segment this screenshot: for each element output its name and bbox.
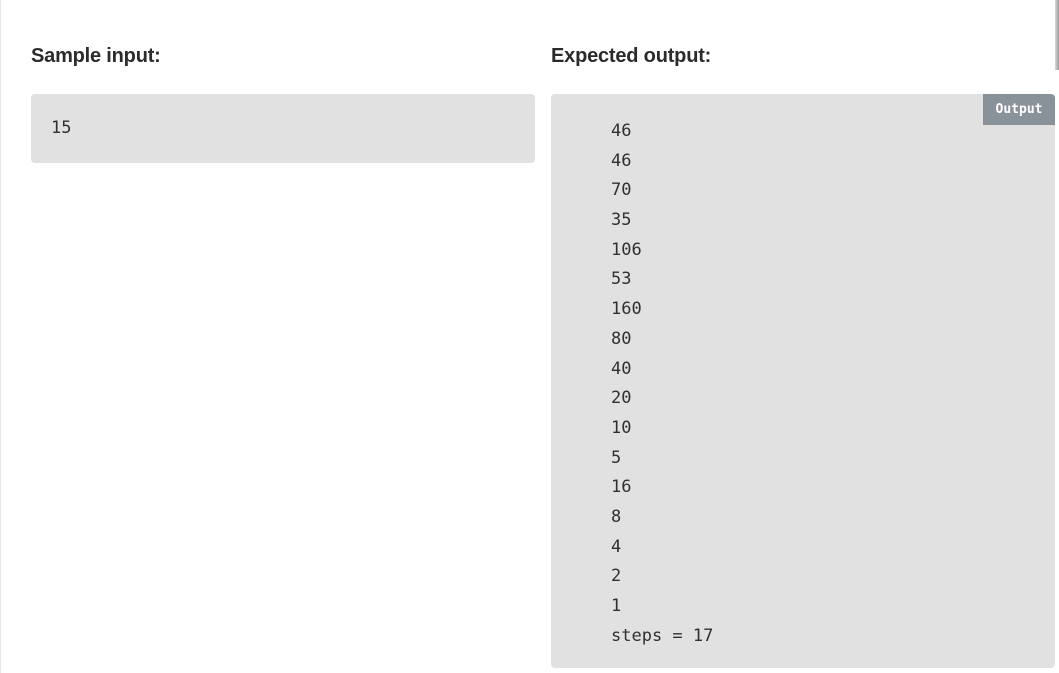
output-lines: 46 46 70 35 106 53 160 80 40 20 10 5 16 … xyxy=(611,117,1055,651)
output-line: 20 xyxy=(611,388,632,409)
output-line: 40 xyxy=(611,358,632,379)
output-line: 10 xyxy=(611,417,632,438)
output-line: 4 xyxy=(611,536,622,557)
output-line: 35 xyxy=(611,210,632,231)
expected-output-code-block: Output 46 46 70 35 106 53 160 80 40 20 1… xyxy=(551,94,1055,668)
output-badge: Output xyxy=(983,94,1055,125)
output-line: 16 xyxy=(611,477,632,498)
sample-input-heading: Sample input: xyxy=(31,45,161,67)
input-line: 15 xyxy=(51,118,72,138)
output-line: 2 xyxy=(611,566,622,587)
sample-input-code-block: 15 xyxy=(31,94,535,163)
output-line: 8 xyxy=(611,506,622,527)
expected-output-heading: Expected output: xyxy=(551,45,712,67)
output-line: steps = 17 xyxy=(611,625,714,646)
output-line: 1 xyxy=(611,596,622,616)
output-line: 160 xyxy=(611,299,642,320)
output-line: 53 xyxy=(611,269,632,290)
scrollbar-edge xyxy=(1055,0,1059,70)
output-line: 106 xyxy=(611,239,642,260)
output-line: 5 xyxy=(611,447,622,468)
output-line: 80 xyxy=(611,328,632,349)
output-line: 46 xyxy=(611,150,632,171)
page-left-border xyxy=(0,0,1,673)
output-line: 70 xyxy=(611,180,632,201)
